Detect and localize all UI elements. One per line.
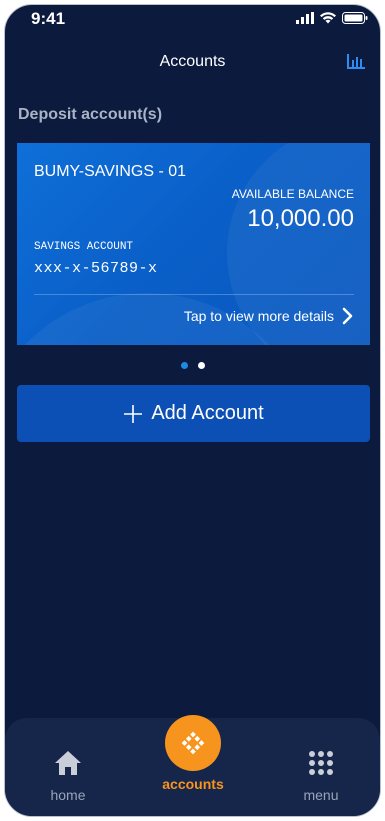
plus-icon	[124, 404, 143, 423]
nav-label-accounts: accounts	[162, 776, 224, 792]
status-bar: 9:41	[5, 5, 380, 33]
nav-item-accounts[interactable]: accounts	[148, 715, 238, 792]
view-details-label: Tap to view more details	[183, 308, 334, 324]
add-account-label: Add Account	[151, 402, 264, 424]
home-icon	[55, 751, 81, 775]
bar-chart-icon	[347, 54, 365, 69]
card-pager	[5, 362, 380, 369]
grid-menu-icon	[309, 751, 333, 775]
account-card[interactable]: BUMY-SAVINGS - 01 AVAILABLE BALANCE 10,0…	[17, 143, 370, 345]
accounts-fab[interactable]	[165, 715, 221, 771]
account-name: BUMY-SAVINGS - 01	[34, 163, 187, 180]
pager-dot-active[interactable]	[180, 362, 188, 369]
signal-icon	[296, 12, 314, 24]
page-title: Accounts	[159, 53, 226, 70]
status-icons	[296, 12, 368, 24]
account-type: SAVINGS ACCOUNT	[34, 241, 134, 253]
available-balance-label: AVAILABLE BALANCE	[231, 187, 354, 201]
card-divider	[34, 294, 354, 295]
nav-label-menu: menu	[303, 787, 339, 803]
nav-item-menu[interactable]: menu	[276, 736, 366, 803]
statistics-button[interactable]	[346, 53, 366, 71]
battery-icon	[342, 12, 368, 24]
available-balance-amount: 10,000.00	[247, 205, 354, 232]
add-account-button[interactable]: Add Account	[17, 385, 370, 442]
view-details-link[interactable]: Tap to view more details	[184, 307, 354, 325]
status-time: 9:41	[31, 9, 66, 28]
nav-label-home: home	[50, 787, 86, 803]
phone-screen: 9:41 Accounts Deposit account(s) BUMY-SA…	[4, 4, 381, 817]
section-title: Deposit account(s)	[18, 106, 163, 123]
nav-item-home[interactable]: home	[23, 736, 113, 803]
chevron-right-icon	[342, 307, 353, 325]
pager-dot[interactable]	[197, 362, 205, 369]
bottom-navigation: home accounts menu	[5, 715, 380, 816]
accounts-logo-icon	[181, 731, 205, 755]
wifi-icon	[320, 12, 336, 24]
account-number: xxx-x-56789-x	[34, 260, 158, 277]
